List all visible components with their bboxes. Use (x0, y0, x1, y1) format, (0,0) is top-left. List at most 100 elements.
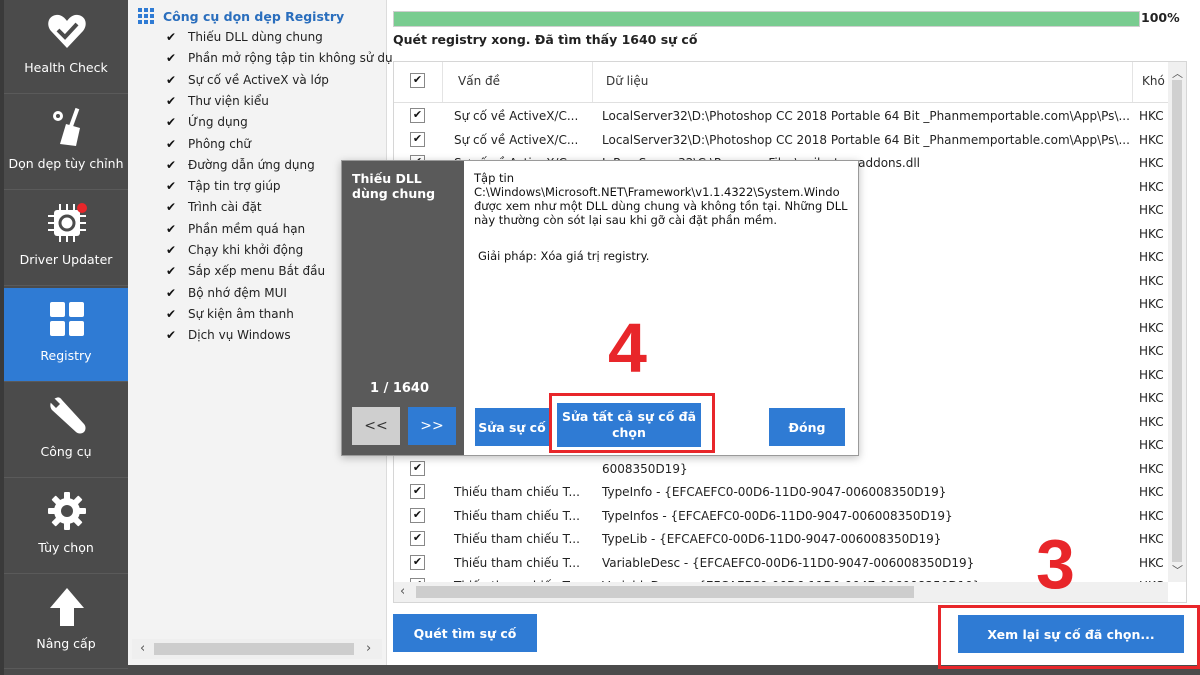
category-header-label: Công cụ dọn dẹp Registry (163, 8, 345, 24)
category-checkbox[interactable]: ✔ (166, 286, 178, 300)
select-all-checkbox[interactable]: ✔ (410, 73, 425, 88)
row-key: HKC (1139, 109, 1164, 123)
next-issue-button[interactable]: >> (408, 407, 456, 445)
scroll-thumb[interactable] (416, 586, 914, 598)
fix-issue-button[interactable]: Sửa sự cố (475, 408, 549, 446)
table-row[interactable]: ✔ Sự cố về ActiveX/C... LocalServer32\D:\P… (394, 105, 1166, 128)
nav-item-health-check[interactable]: Health Check (4, 0, 128, 94)
issue-solution: Giải pháp: Xóa giá trị registry. (478, 249, 650, 263)
row-checkbox[interactable]: ✔ (410, 131, 425, 147)
nav-item-driver-updater[interactable]: Driver Updater (4, 192, 128, 286)
category-checkbox[interactable]: ✔ (166, 200, 178, 214)
progress-fill (394, 12, 1139, 26)
category-item[interactable]: ✔ Đường dẫn ứng dụng (166, 156, 315, 174)
scroll-thumb[interactable] (1172, 80, 1182, 562)
column-header-key[interactable]: Khó (1142, 74, 1165, 88)
nav-item-tools[interactable]: Công cụ (4, 384, 128, 478)
dialog-sidebar: Thiếu DLL dùng chung 1 / 1640 << >> (342, 161, 464, 455)
row-data: TypeInfos - {EFCAEFC0-00D6-11D0-9047-006… (602, 508, 953, 523)
row-key: HKC (1139, 367, 1164, 382)
category-item[interactable]: ✔ Bộ nhớ đệm MUI (166, 284, 287, 302)
row-checkbox[interactable]: ✔ (410, 484, 425, 499)
category-checkbox[interactable]: ✔ (166, 73, 178, 87)
category-item[interactable]: ✔ Phần mềm quá hạn (166, 220, 305, 238)
category-horizontal-scrollbar[interactable]: ‹ › (132, 639, 382, 659)
scroll-right-icon[interactable]: › (366, 641, 371, 656)
category-item[interactable]: ✔ Chạy khi khởi động (166, 241, 303, 259)
annotation-box-step-4 (549, 393, 715, 453)
nav-item-registry[interactable]: Registry (4, 288, 128, 382)
category-item[interactable]: ✔ Tập tin trợ giúp (166, 177, 281, 195)
category-item[interactable]: ✔ Dịch vụ Windows (166, 326, 291, 344)
category-label: Sự cố về ActiveX và lớp (188, 72, 329, 87)
category-checkbox[interactable]: ✔ (166, 158, 178, 172)
scroll-thumb[interactable] (154, 643, 354, 655)
annotation-box-step-3 (938, 605, 1200, 669)
row-checkbox[interactable]: ✔ (410, 554, 425, 570)
category-item[interactable]: ✔ Thiếu DLL dùng chung (166, 28, 323, 46)
scan-progress-bar (393, 11, 1140, 27)
nav-label: Driver Updater (19, 252, 113, 267)
category-checkbox[interactable]: ✔ (166, 328, 178, 342)
previous-issue-button[interactable]: << (352, 407, 400, 445)
nav-item-custom-clean[interactable]: Dọn dẹp tùy chỉnh (4, 96, 128, 190)
nav-label: Tùy chọn (38, 540, 94, 555)
category-checkbox[interactable]: ✔ (166, 30, 178, 44)
category-item[interactable]: ✔ Sự cố về ActiveX và lớp (166, 71, 329, 89)
row-checkbox[interactable]: ✔ (410, 460, 425, 476)
category-checkbox[interactable]: ✔ (166, 94, 178, 108)
category-item[interactable]: ✔ Sắp xếp menu Bắt đầu (166, 262, 325, 280)
annotation-step-3: 3 (1036, 525, 1075, 603)
row-checkbox[interactable]: ✔ (410, 507, 425, 523)
row-issue: Sự cố về ActiveX/C... (454, 132, 579, 147)
column-header-data[interactable]: Dữ liệu (606, 74, 648, 88)
scroll-left-icon[interactable]: ‹ (400, 584, 405, 599)
category-checkbox[interactable]: ✔ (166, 51, 178, 65)
scroll-up-icon[interactable]: ︿ (1172, 65, 1183, 81)
nav-item-options[interactable]: Tùy chọn (4, 480, 128, 574)
row-issue: Thiếu tham chiếu T... (454, 485, 580, 499)
category-checkbox[interactable]: ✔ (166, 243, 178, 257)
close-dialog-button[interactable]: Đóng (769, 408, 845, 446)
category-checkbox[interactable]: ✔ (166, 307, 178, 321)
category-checkbox[interactable]: ✔ (166, 179, 178, 193)
category-item[interactable]: ✔ Ứng dụng (166, 113, 248, 131)
scroll-down-icon[interactable]: ﹀ (1172, 562, 1183, 578)
table-header: ✔ Vấn đề Dữ liệu Khó (394, 62, 1186, 103)
column-separator (1132, 62, 1133, 102)
scroll-left-icon[interactable]: ‹ (140, 641, 145, 656)
category-label: Sự kiện âm thanh (188, 306, 294, 321)
row-key: HKC (1139, 320, 1164, 335)
row-key: HKC (1139, 226, 1164, 241)
category-header: Công cụ dọn dẹp Registry (138, 6, 344, 26)
category-item[interactable]: ✔ Phông chữ (166, 135, 251, 153)
row-issue: Thiếu tham chiếu T... (454, 508, 580, 523)
category-checkbox[interactable]: ✔ (166, 115, 178, 129)
category-item[interactable]: ✔ Sự kiện âm thanh (166, 305, 294, 323)
column-header-issue[interactable]: Vấn đề (458, 74, 500, 88)
row-key: HKC (1139, 391, 1164, 405)
table-row[interactable]: ✔ Sự cố về ActiveX/C... LocalServer32\D:\P… (394, 129, 1166, 152)
category-item[interactable]: ✔ Phần mở rộng tập tin không sử dụ (166, 49, 393, 67)
row-checkbox[interactable]: ✔ (410, 108, 425, 123)
wrench-icon (50, 397, 86, 434)
category-item[interactable]: ✔ Trình cài đặt (166, 198, 262, 216)
row-data: VariableDesc - {EFCAEFC0-00D6-11D0-9047-… (602, 555, 975, 570)
category-checkbox[interactable]: ✔ (166, 264, 178, 278)
category-item[interactable]: ✔ Thư viện kiểu (166, 92, 269, 110)
category-checkbox[interactable]: ✔ (166, 137, 178, 151)
scan-issues-button[interactable]: Quét tìm sự cố (393, 614, 537, 652)
category-label: Sắp xếp menu Bắt đầu (188, 264, 326, 279)
row-key: HKC (1139, 485, 1164, 499)
dialog-title: Thiếu DLL dùng chung (352, 171, 436, 201)
row-key: HKC (1139, 344, 1164, 358)
nav-label: Registry (40, 348, 92, 363)
nav-item-upgrade[interactable]: Nâng cấp (4, 576, 128, 669)
table-vertical-scrollbar[interactable]: ︿ ﹀ (1168, 62, 1186, 582)
column-separator (592, 62, 593, 102)
table-row[interactable]: ✔ Thiếu tham chiếu T... TypeInfo - {EFCAEF… (394, 481, 1166, 504)
issue-description: Tập tin C:\Windows\Microsoft.NET\Framewo… (474, 171, 848, 227)
row-checkbox[interactable]: ✔ (410, 531, 425, 546)
category-checkbox[interactable]: ✔ (166, 222, 178, 236)
table-row[interactable]: ✔ 6008350D19} HKC (394, 458, 1166, 481)
